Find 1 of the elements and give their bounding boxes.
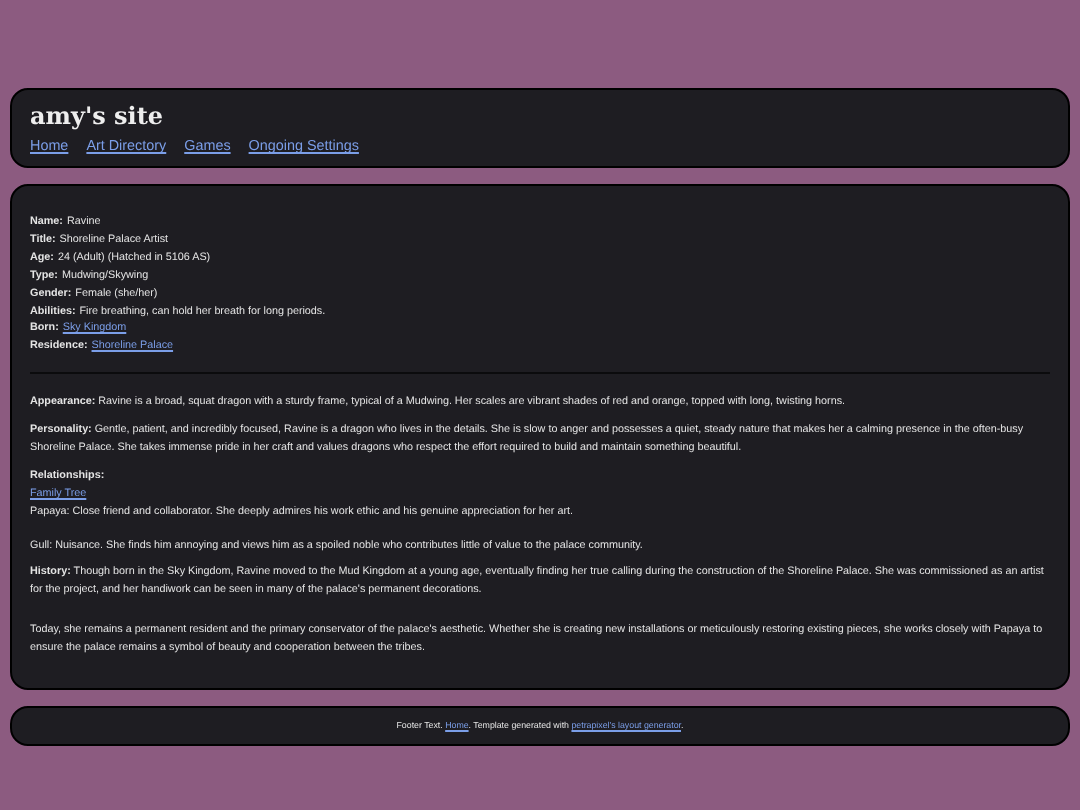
- site-title: amy's site: [30, 102, 166, 130]
